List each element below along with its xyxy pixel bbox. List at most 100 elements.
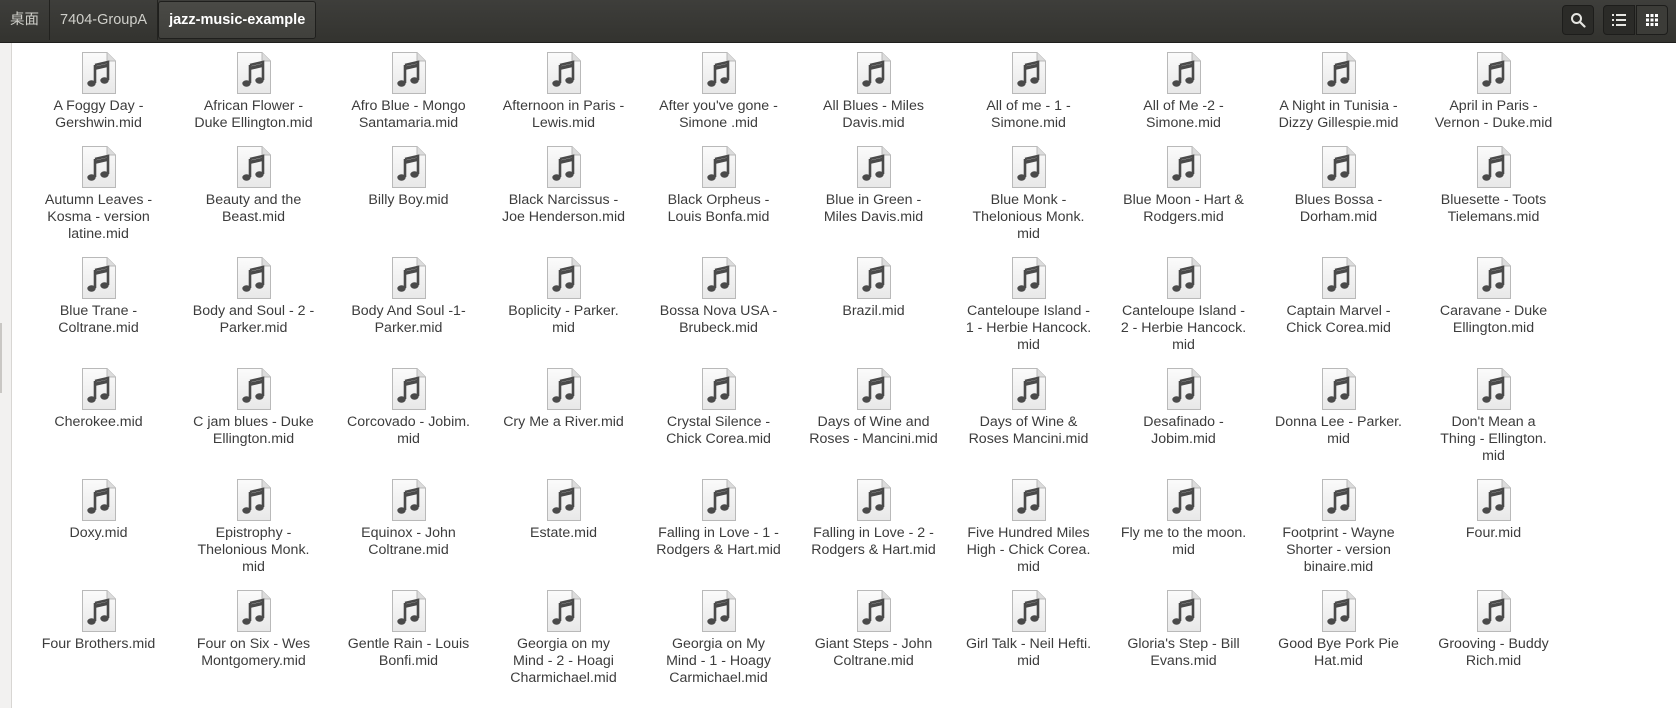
file-item[interactable]: Body and Soul - 2 - Parker.mid bbox=[176, 256, 331, 337]
file-item[interactable]: A Night in Tunisia - Dizzy Gillespie.mid bbox=[1261, 51, 1416, 132]
file-item[interactable]: After you've gone - Simone .mid bbox=[641, 51, 796, 132]
file-name: A Foggy Day - Gershwin.mid bbox=[53, 98, 144, 131]
music-file-icon bbox=[236, 368, 271, 410]
grid-view-button[interactable] bbox=[1636, 5, 1668, 35]
file-item[interactable]: Boplicity - Parker. mid bbox=[486, 256, 641, 337]
music-file-icon bbox=[1321, 479, 1356, 521]
file-item[interactable]: Blue Moon - Hart & Rodgers.mid bbox=[1106, 145, 1261, 226]
music-file-icon bbox=[391, 590, 426, 632]
file-item[interactable]: Bossa Nova USA - Brubeck.mid bbox=[641, 256, 796, 337]
file-item[interactable]: Caravane - Duke Ellington.mid bbox=[1416, 256, 1571, 337]
file-item[interactable]: Captain Marvel - Chick Corea.mid bbox=[1261, 256, 1416, 337]
file-item[interactable]: Four Brothers.mid bbox=[21, 589, 176, 653]
list-view-button[interactable] bbox=[1603, 5, 1635, 35]
file-item[interactable]: Gloria's Step - Bill Evans.mid bbox=[1106, 589, 1261, 670]
music-file-icon bbox=[391, 52, 426, 94]
breadcrumb-desktop[interactable]: 桌面 bbox=[0, 0, 50, 40]
breadcrumb-group[interactable]: 7404-GroupA bbox=[50, 0, 159, 40]
music-file-icon bbox=[1011, 479, 1046, 521]
file-item[interactable]: Georgia on My Mind - 1 - Hoagy Carmichae… bbox=[641, 589, 796, 687]
file-item[interactable]: Canteloupe Island - 1 - Herbie Hancock. … bbox=[951, 256, 1106, 354]
file-name: Black Narcissus - Joe Henderson.mid bbox=[501, 192, 626, 225]
file-item[interactable]: C jam blues - Duke Ellington.mid bbox=[176, 367, 331, 448]
file-item[interactable]: Autumn Leaves - Kosma - version latine.m… bbox=[21, 145, 176, 243]
file-name: Blue Moon - Hart & Rodgers.mid bbox=[1123, 192, 1244, 225]
file-item[interactable]: Blue Monk - Thelonious Monk. mid bbox=[951, 145, 1106, 243]
file-item[interactable]: Georgia on my Mind - 2 - Hoagi Charmicha… bbox=[486, 589, 641, 687]
music-file-icon bbox=[236, 146, 271, 188]
file-item[interactable]: Fly me to the moon. mid bbox=[1106, 478, 1261, 559]
file-item[interactable]: Gentle Rain - Louis Bonfi.mid bbox=[331, 589, 486, 670]
file-item[interactable]: Days of Wine & Roses Mancini.mid bbox=[951, 367, 1106, 448]
file-item[interactable]: Blue in Green - Miles Davis.mid bbox=[796, 145, 951, 226]
file-item[interactable]: Donna Lee - Parker. mid bbox=[1261, 367, 1416, 448]
file-item[interactable]: Four.mid bbox=[1416, 478, 1571, 542]
file-item[interactable]: Cherokee.mid bbox=[21, 367, 176, 431]
file-item[interactable]: Corcovado - Jobim. mid bbox=[331, 367, 486, 448]
file-item[interactable]: Brazil.mid bbox=[796, 256, 951, 320]
file-name: Four Brothers.mid bbox=[41, 636, 156, 652]
file-item[interactable]: Estate.mid bbox=[486, 478, 641, 542]
file-item[interactable]: All of Me -2 - Simone.mid bbox=[1106, 51, 1261, 132]
search-button[interactable] bbox=[1562, 5, 1594, 35]
file-item[interactable]: Five Hundred Miles High - Chick Corea. m… bbox=[951, 478, 1106, 576]
file-item[interactable]: Four on Six - Wes Montgomery.mid bbox=[176, 589, 331, 670]
file-item[interactable]: Blues Bossa - Dorham.mid bbox=[1261, 145, 1416, 226]
file-item[interactable]: Epistrophy - Thelonious Monk. mid bbox=[176, 478, 331, 576]
file-name: Boplicity - Parker. mid bbox=[508, 303, 619, 336]
file-item[interactable]: Equinox - John Coltrane.mid bbox=[331, 478, 486, 559]
breadcrumb-current-folder[interactable]: jazz-music-example bbox=[158, 1, 317, 39]
file-item[interactable]: Beauty and the Beast.mid bbox=[176, 145, 331, 226]
file-item[interactable]: Good Bye Pork Pie Hat.mid bbox=[1261, 589, 1416, 670]
file-item[interactable]: Footprint - Wayne Shorter - version bina… bbox=[1261, 478, 1416, 576]
file-item[interactable]: Falling in Love - 1 - Rodgers & Hart.mid bbox=[641, 478, 796, 559]
file-item[interactable]: Black Narcissus - Joe Henderson.mid bbox=[486, 145, 641, 226]
file-item[interactable]: Cry Me a River.mid bbox=[486, 367, 641, 431]
search-icon bbox=[1571, 13, 1586, 28]
file-item[interactable]: Crystal Silence - Chick Corea.mid bbox=[641, 367, 796, 448]
music-file-icon bbox=[701, 590, 736, 632]
file-item[interactable]: Black Orpheus - Louis Bonfa.mid bbox=[641, 145, 796, 226]
file-name: Epistrophy - Thelonious Monk. mid bbox=[197, 525, 310, 575]
music-file-icon bbox=[701, 146, 736, 188]
file-item[interactable]: A Foggy Day - Gershwin.mid bbox=[21, 51, 176, 132]
file-item[interactable]: Girl Talk - Neil Hefti. mid bbox=[951, 589, 1106, 670]
file-item[interactable]: Don't Mean a Thing - Ellington. mid bbox=[1416, 367, 1571, 465]
file-item[interactable]: April in Paris - Vernon - Duke.mid bbox=[1416, 51, 1571, 132]
file-item[interactable]: Doxy.mid bbox=[21, 478, 176, 542]
file-item[interactable]: Afro Blue - Mongo Santamaria.mid bbox=[331, 51, 486, 132]
file-item[interactable]: Desafinado - Jobim.mid bbox=[1106, 367, 1261, 448]
file-item[interactable]: Giant Steps - John Coltrane.mid bbox=[796, 589, 951, 670]
file-item[interactable]: All of me - 1 - Simone.mid bbox=[951, 51, 1106, 132]
music-file-icon bbox=[1321, 257, 1356, 299]
file-name: Equinox - John Coltrane.mid bbox=[361, 525, 456, 558]
file-name: Blue in Green - Miles Davis.mid bbox=[823, 192, 924, 225]
file-name: Georgia on my Mind - 2 - Hoagi Charmicha… bbox=[510, 636, 617, 686]
music-file-icon bbox=[391, 368, 426, 410]
music-file-icon bbox=[391, 146, 426, 188]
music-file-icon bbox=[81, 479, 116, 521]
file-item[interactable]: Afternoon in Paris - Lewis.mid bbox=[486, 51, 641, 132]
file-item[interactable]: Bluesette - Toots Tielemans.mid bbox=[1416, 145, 1571, 226]
file-item[interactable]: Billy Boy.mid bbox=[331, 145, 486, 209]
file-item[interactable]: African Flower - Duke Ellington.mid bbox=[176, 51, 331, 132]
music-file-icon bbox=[701, 257, 736, 299]
file-item[interactable]: Falling in Love - 2 - Rodgers & Hart.mid bbox=[796, 478, 951, 559]
music-file-icon bbox=[236, 257, 271, 299]
music-file-icon bbox=[1166, 257, 1201, 299]
file-item[interactable]: Canteloupe Island - 2 - Herbie Hancock. … bbox=[1106, 256, 1261, 354]
file-name: Gentle Rain - Louis Bonfi.mid bbox=[347, 636, 470, 669]
file-name: Blue Monk - Thelonious Monk. mid bbox=[972, 192, 1085, 242]
sidebar-edge[interactable] bbox=[0, 43, 12, 708]
file-name: Desafinado - Jobim.mid bbox=[1143, 414, 1224, 447]
file-name: Black Orpheus - Louis Bonfa.mid bbox=[667, 192, 770, 225]
file-name: Five Hundred Miles High - Chick Corea. m… bbox=[966, 525, 1091, 575]
file-item[interactable]: Grooving - Buddy Rich.mid bbox=[1416, 589, 1571, 670]
music-file-icon bbox=[1011, 146, 1046, 188]
file-name: Bossa Nova USA - Brubeck.mid bbox=[659, 303, 778, 336]
file-item[interactable]: Days of Wine and Roses - Mancini.mid bbox=[796, 367, 951, 448]
file-name: Canteloupe Island - 2 - Herbie Hancock. … bbox=[1120, 303, 1247, 353]
file-item[interactable]: Body And Soul -1- Parker.mid bbox=[331, 256, 486, 337]
file-item[interactable]: Blue Trane - Coltrane.mid bbox=[21, 256, 176, 337]
file-item[interactable]: All Blues - Miles Davis.mid bbox=[796, 51, 951, 132]
